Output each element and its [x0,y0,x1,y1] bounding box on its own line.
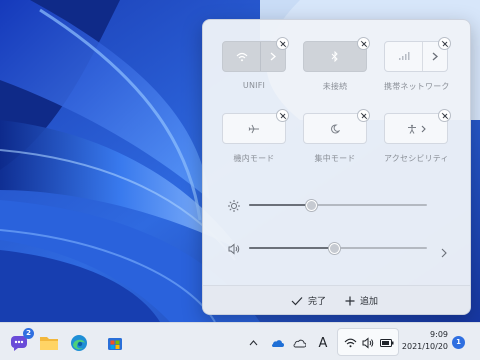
wifi-toggle-button[interactable] [222,37,289,72]
chat-app-button[interactable]: 2 [8,328,34,354]
clock-time: 9:09 [430,330,448,339]
taskbar: 2 A 9:09 2021/10/20 1 [0,322,480,360]
edge-browser-button[interactable] [68,332,90,354]
plus-icon [345,296,355,306]
edge-icon [70,334,88,352]
accessibility-tile: アクセシビリティ [384,109,451,164]
folder-icon [39,335,59,351]
brightness-slider[interactable] [249,200,427,211]
bluetooth-tile: 未接続 [303,37,370,92]
show-hidden-icons-chevron-icon[interactable] [246,336,260,350]
cellular-tile: 携帯ネットワーク [384,37,451,92]
quick-settings-tray-button[interactable] [337,328,399,356]
quick-settings-panel: UNIFI 未接続 携帯ネットワーク 機内モード 集中モード アクセシビリティ … [202,19,471,315]
accessibility-chevron-icon [421,125,426,133]
taskbar-clock[interactable]: 9:09 2021/10/20 [400,329,448,353]
volume-output-chevron-icon[interactable] [439,243,449,258]
battery-icon [380,336,394,350]
cellular-toggle-button[interactable] [384,37,451,72]
focus-assist-toggle-button[interactable] [303,109,370,144]
quick-settings-footer: 完了 追加 [203,285,470,314]
volume-slider-fill [249,247,335,249]
unpin-icon[interactable] [357,109,370,122]
unpin-icon[interactable] [438,37,451,50]
speaker-icon[interactable] [227,241,241,255]
quick-settings-tiles-area: UNIFI 未接続 携帯ネットワーク 機内モード 集中モード アクセシビリティ [203,20,470,285]
add-label: 追加 [360,297,379,307]
volume-slider-thumb[interactable] [329,243,341,254]
done-button[interactable]: 完了 [291,294,326,307]
brightness-slider-fill [249,204,312,206]
unpin-icon[interactable] [276,109,289,122]
unpin-icon[interactable] [438,109,451,122]
tile-label-accessibility: アクセシビリティ [384,154,449,163]
airplane-mode-tile: 機内モード [222,109,289,164]
brightness-slider-row [227,198,449,212]
cellular-icon [385,42,422,71]
accessibility-icon [407,124,417,134]
tile-label-focus: 集中モード [314,154,356,163]
unpin-icon[interactable] [276,37,289,50]
wifi-tile: UNIFI [222,37,289,90]
brightness-icon [227,198,241,212]
notification-count-badge[interactable]: 1 [452,336,465,349]
onedrive-icon[interactable] [270,336,284,350]
focus-assist-tile: 集中モード [303,109,370,164]
tile-label-wifi: UNIFI [242,81,266,90]
store-app-button[interactable] [104,332,126,354]
tile-label-cellular: 携帯ネットワーク [384,82,450,91]
tile-label-airplane: 機内モード [233,154,275,163]
cloud-icon[interactable] [292,336,306,350]
add-button[interactable]: 追加 [345,294,378,307]
volume-slider-row [227,241,449,258]
clock-date: 2021/10/20 [401,342,448,351]
brightness-slider-thumb[interactable] [306,200,318,211]
volume-tray-icon [361,336,375,350]
tile-label-bluetooth: 未接続 [322,82,348,91]
bluetooth-toggle-button[interactable] [303,37,370,72]
chat-badge: 2 [23,328,34,339]
wifi-icon [223,42,260,71]
volume-slider[interactable] [249,243,427,254]
accessibility-button[interactable] [384,109,451,144]
wifi-tray-icon [343,336,357,350]
ime-indicator[interactable]: A [316,336,330,351]
check-icon [291,296,303,306]
unpin-icon[interactable] [357,37,370,50]
airplane-mode-toggle-button[interactable] [222,109,289,144]
file-explorer-button[interactable] [38,332,60,354]
store-icon [106,334,124,352]
done-label: 完了 [308,297,327,307]
